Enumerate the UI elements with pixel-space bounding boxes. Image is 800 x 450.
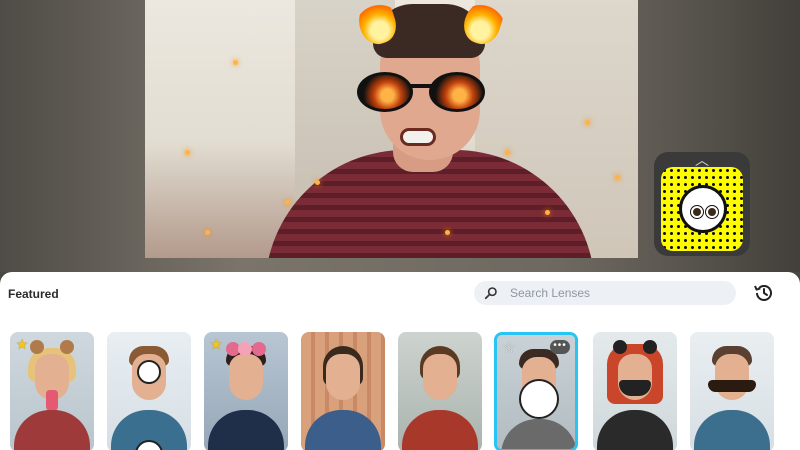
lens-tile[interactable]: ★ xyxy=(10,332,94,450)
search-icon xyxy=(484,287,497,300)
lens-face-icon xyxy=(519,379,559,419)
more-icon[interactable]: ••• xyxy=(550,340,570,354)
star-icon[interactable]: ★ xyxy=(208,336,224,352)
camera-preview xyxy=(145,0,638,258)
featured-heading: Featured xyxy=(8,287,59,301)
lens-tile[interactable] xyxy=(398,332,482,450)
lens-tile[interactable] xyxy=(107,332,191,450)
lens-tile[interactable] xyxy=(593,332,677,450)
camera-stage: ︿ xyxy=(0,0,800,272)
snapcode[interactable] xyxy=(661,167,743,251)
lens-tile-selected[interactable]: ☆ ••• xyxy=(494,332,578,450)
lens-tile[interactable] xyxy=(690,332,774,450)
lens-carousel: ★ ★ ☆ ••• xyxy=(0,332,800,450)
search-bar[interactable] xyxy=(474,281,736,305)
chevron-up-icon[interactable]: ︿ xyxy=(694,153,710,167)
star-icon[interactable]: ☆ xyxy=(501,339,517,355)
fire-sunglasses xyxy=(357,72,487,114)
snapcode-card[interactable]: ︿ xyxy=(654,152,750,256)
star-icon[interactable]: ★ xyxy=(14,336,30,352)
snapcode-lens-face xyxy=(679,185,727,233)
search-input[interactable] xyxy=(510,284,730,302)
lens-tile[interactable]: ★ xyxy=(204,332,288,450)
lens-tile[interactable] xyxy=(301,332,385,450)
lens-panel: Featured ★ xyxy=(0,272,800,450)
history-icon[interactable] xyxy=(752,281,776,305)
